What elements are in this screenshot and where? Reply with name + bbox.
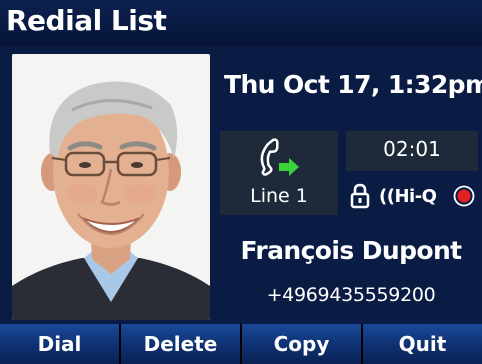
contact-name: François Dupont [240,236,463,265]
line-label: Line 1 [250,185,308,207]
line-indicator[interactable]: Line 1 [220,131,338,215]
lock-icon [350,183,370,209]
hd-voice-icon: ((Hi-Q [379,186,437,207]
page-title: Redial List [6,4,167,37]
copy-softkey[interactable]: Copy [242,324,361,364]
record-icon [453,185,475,207]
phone-screen: Redial List Thu Oct 17, 1:32pm Line 1 02… [0,0,482,364]
call-detail-panel: Thu Oct 17, 1:32pm Line 1 02:01 ((Hi-Q F… [0,46,482,324]
softkey-bar: Dial Delete Copy Quit [0,324,482,364]
contact-photo [12,54,210,320]
call-status-icons: ((Hi-Q [346,177,478,217]
quit-softkey[interactable]: Quit [363,324,482,364]
dial-softkey[interactable]: Dial [0,324,119,364]
call-datetime: Thu Oct 17, 1:32pm [224,70,482,99]
contact-number: +4969435559200 [266,284,436,306]
delete-softkey[interactable]: Delete [121,324,240,364]
call-timer-box: 02:01 [346,131,478,171]
title-bar: Redial List [0,0,482,46]
handset-incoming-arrow-icon [260,138,299,176]
call-timer: 02:01 [383,137,441,161]
